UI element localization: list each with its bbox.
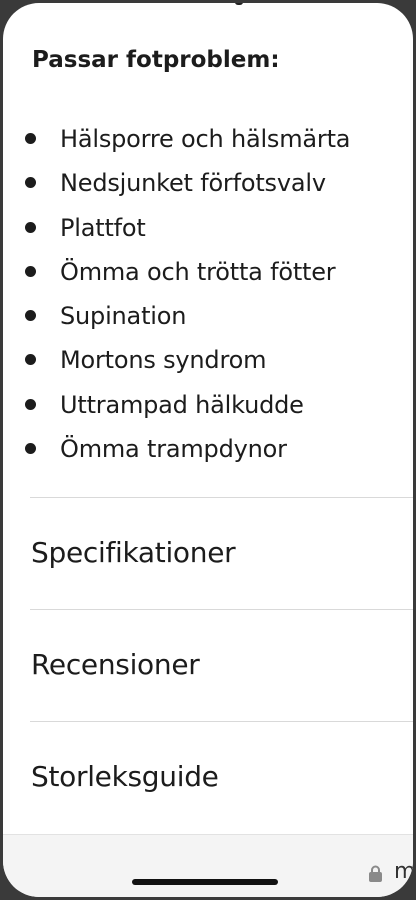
bullet-icon <box>25 354 36 366</box>
accordion-size-guide[interactable]: Storleksguide <box>3 722 413 832</box>
lock-icon <box>369 865 382 882</box>
list-item-text: Hälsporre och hälsmärta <box>60 125 351 153</box>
home-indicator[interactable] <box>132 879 278 885</box>
url-text: m <box>394 859 413 884</box>
accordion-label: Recensioner <box>31 648 200 681</box>
bullet-icon <box>25 221 36 233</box>
browser-viewport: Passar fotproblem: Hälsporre och hälsmär… <box>3 3 413 897</box>
phone-frame: Passar fotproblem: Hälsporre och hälsmär… <box>0 0 416 900</box>
list-item-text: Nedsjunket förfotsvalv <box>60 169 326 198</box>
bullet-icon <box>25 265 36 277</box>
bullet-icon <box>25 398 36 410</box>
accordion-specifications[interactable]: Specifikationer <box>3 498 413 608</box>
accordion-label: Storleksguide <box>31 760 219 793</box>
list-item-text: Uttrampad hälkudde <box>60 390 304 419</box>
accordion-label: Specifikationer <box>31 536 236 569</box>
section-title: Passar fotproblem: <box>32 47 280 73</box>
caret-icon <box>235 3 243 5</box>
list-item-text: Ömma och trötta fötter <box>60 257 336 286</box>
accordion-reviews[interactable]: Recensioner <box>3 610 413 720</box>
bullet-icon <box>25 443 36 455</box>
list-item-text: Ömma trampdynor <box>60 435 287 464</box>
bullet-icon <box>25 310 36 322</box>
bullet-icon <box>25 133 36 144</box>
list-item-text: Supination <box>60 302 187 331</box>
list-item-text: Plattfot <box>60 213 146 242</box>
list-item-text: Mortons syndrom <box>60 346 267 375</box>
bullet-icon <box>25 177 36 189</box>
browser-address-bar[interactable]: m <box>3 834 413 897</box>
